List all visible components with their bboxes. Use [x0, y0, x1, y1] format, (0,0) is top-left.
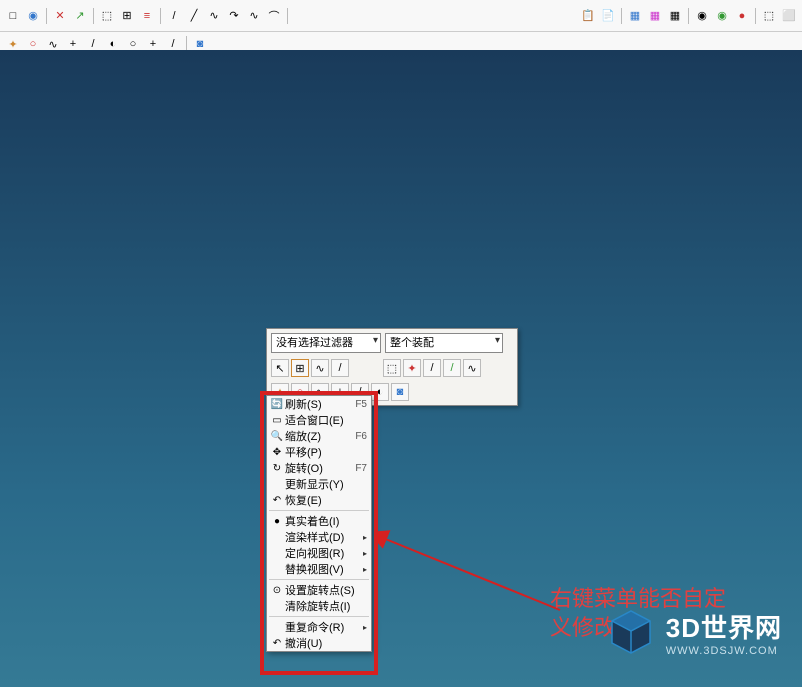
- menu-icon: ↻: [269, 461, 285, 475]
- tool-icon[interactable]: □: [4, 7, 22, 25]
- menu-icon: [269, 562, 285, 576]
- tool-icon[interactable]: ▦: [666, 7, 684, 25]
- menu-label: 旋转(O): [285, 460, 351, 476]
- tool-icon[interactable]: ↷: [225, 7, 243, 25]
- tool-icon[interactable]: ⬜: [780, 7, 798, 25]
- menu-shortcut: F7: [355, 463, 367, 474]
- ft-icon[interactable]: ∿: [311, 359, 329, 377]
- tool-icon[interactable]: ∿: [205, 7, 223, 25]
- tool-icon[interactable]: ▦: [626, 7, 644, 25]
- menu-label: 刷新(S): [285, 396, 351, 412]
- tool-icon[interactable]: ●: [733, 7, 751, 25]
- menu-icon: ↶: [269, 493, 285, 507]
- ft-icon[interactable]: ◐: [371, 383, 389, 401]
- menu-label: 设置旋转点(S): [285, 582, 367, 598]
- main-toolbar: □ ◉ ✕ ↗ ⬚ ⊞ ≡ / ╱ ∿ ↷ ∿ ⌒ 📋 📄 ▦ ▦ ▦ ◉ ◉ …: [0, 0, 802, 32]
- tool-icon[interactable]: /: [165, 7, 183, 25]
- ft-icon[interactable]: /: [423, 359, 441, 377]
- tool-icon[interactable]: ⊞: [118, 7, 136, 25]
- menu-item[interactable]: 🔄刷新(S) F5: [267, 396, 371, 412]
- menu-item[interactable]: ●真实着色(I): [267, 513, 371, 529]
- menu-icon: ✥: [269, 445, 285, 459]
- logo-cube-icon: [606, 607, 656, 657]
- tool-icon[interactable]: ⬚: [760, 7, 778, 25]
- menu-item[interactable]: ⊙设置旋转点(S): [267, 582, 371, 598]
- tool-icon[interactable]: 📄: [599, 7, 617, 25]
- menu-label: 适合窗口(E): [285, 412, 367, 428]
- menu-item[interactable]: 清除旋转点(I): [267, 598, 371, 614]
- submenu-arrow-icon: ▸: [363, 623, 367, 632]
- tool-icon[interactable]: ╱: [185, 7, 203, 25]
- ft-icon[interactable]: ✦: [403, 359, 421, 377]
- menu-icon: ▭: [269, 413, 285, 427]
- menu-label: 恢复(E): [285, 492, 367, 508]
- menu-icon: ⊙: [269, 583, 285, 597]
- menu-item[interactable]: ✥平移(P): [267, 444, 371, 460]
- ft-icon[interactable]: /: [443, 359, 461, 377]
- menu-icon: ↶: [269, 636, 285, 650]
- tool-icon[interactable]: ◉: [24, 7, 42, 25]
- tool-icon[interactable]: ◉: [713, 7, 731, 25]
- menu-icon: 🔍: [269, 429, 285, 443]
- tool-icon[interactable]: ↗: [71, 7, 89, 25]
- context-menu: 🔄刷新(S) F5 ▭适合窗口(E)🔍缩放(Z) F6 ✥平移(P)↻旋转(O) F7 更新…: [266, 395, 372, 652]
- menu-icon: [269, 477, 285, 491]
- menu-item[interactable]: ▭适合窗口(E): [267, 412, 371, 428]
- tool-icon[interactable]: ≡: [138, 7, 156, 25]
- menu-label: 缩放(Z): [285, 428, 351, 444]
- tool-icon[interactable]: ▦: [646, 7, 664, 25]
- submenu-arrow-icon: ▸: [363, 549, 367, 558]
- menu-item[interactable]: 🔍缩放(Z) F6: [267, 428, 371, 444]
- watermark: 3D世界网 WWW.3DSJW.COM: [606, 607, 782, 657]
- ft-icon[interactable]: ⬚: [383, 359, 401, 377]
- tool-icon[interactable]: ∿: [245, 7, 263, 25]
- menu-label: 渲染样式(D): [285, 529, 359, 545]
- ft-icon[interactable]: ∿: [463, 359, 481, 377]
- menu-icon: [269, 620, 285, 634]
- tool-icon[interactable]: ◉: [693, 7, 711, 25]
- menu-label: 撤消(U): [285, 635, 367, 651]
- menu-shortcut: F5: [355, 399, 367, 410]
- filter-select[interactable]: 没有选择过滤器: [271, 333, 381, 353]
- ft-icon[interactable]: ⊞: [291, 359, 309, 377]
- annotation-arrow: [375, 530, 575, 630]
- menu-icon: [269, 530, 285, 544]
- tool-icon[interactable]: ✕: [51, 7, 69, 25]
- menu-label: 重复命令(R): [285, 619, 359, 635]
- menu-item[interactable]: ↻旋转(O) F7: [267, 460, 371, 476]
- menu-icon: [269, 599, 285, 613]
- watermark-sub: WWW.3DSJW.COM: [666, 645, 782, 657]
- menu-item[interactable]: ↶恢复(E): [267, 492, 371, 508]
- ft-icon[interactable]: /: [331, 359, 349, 377]
- watermark-title: 3D世界网: [666, 608, 782, 645]
- ft-icon[interactable]: ↖: [271, 359, 289, 377]
- menu-item[interactable]: 替换视图(V) ▸: [267, 561, 371, 577]
- tool-icon[interactable]: ⌒: [265, 7, 283, 25]
- menu-label: 清除旋转点(I): [285, 598, 367, 614]
- menu-label: 替换视图(V): [285, 561, 359, 577]
- menu-label: 平移(P): [285, 444, 367, 460]
- menu-separator: [269, 616, 369, 617]
- menu-shortcut: F6: [355, 431, 367, 442]
- menu-item[interactable]: 重复命令(R) ▸: [267, 619, 371, 635]
- submenu-arrow-icon: ▸: [363, 565, 367, 574]
- menu-item[interactable]: 渲染样式(D) ▸: [267, 529, 371, 545]
- menu-separator: [269, 579, 369, 580]
- menu-icon: [269, 546, 285, 560]
- menu-item[interactable]: ↶撤消(U): [267, 635, 371, 651]
- menu-item[interactable]: 定向视图(R) ▸: [267, 545, 371, 561]
- menu-label: 更新显示(Y): [285, 476, 367, 492]
- menu-label: 真实着色(I): [285, 513, 367, 529]
- menu-icon: ●: [269, 514, 285, 528]
- submenu-arrow-icon: ▸: [363, 533, 367, 542]
- viewport[interactable]: 没有选择过滤器 整个装配 ↖ ⊞ ∿ / ⬚ ✦ / / ∿ ✦ ○ ∿: [0, 50, 802, 687]
- cube-icon[interactable]: ◙: [391, 383, 409, 401]
- tool-icon[interactable]: 📋: [579, 7, 597, 25]
- tool-icon[interactable]: ⬚: [98, 7, 116, 25]
- menu-separator: [269, 510, 369, 511]
- menu-item[interactable]: 更新显示(Y): [267, 476, 371, 492]
- menu-label: 定向视图(R): [285, 545, 359, 561]
- assembly-select[interactable]: 整个装配: [385, 333, 503, 353]
- menu-icon: 🔄: [269, 397, 285, 411]
